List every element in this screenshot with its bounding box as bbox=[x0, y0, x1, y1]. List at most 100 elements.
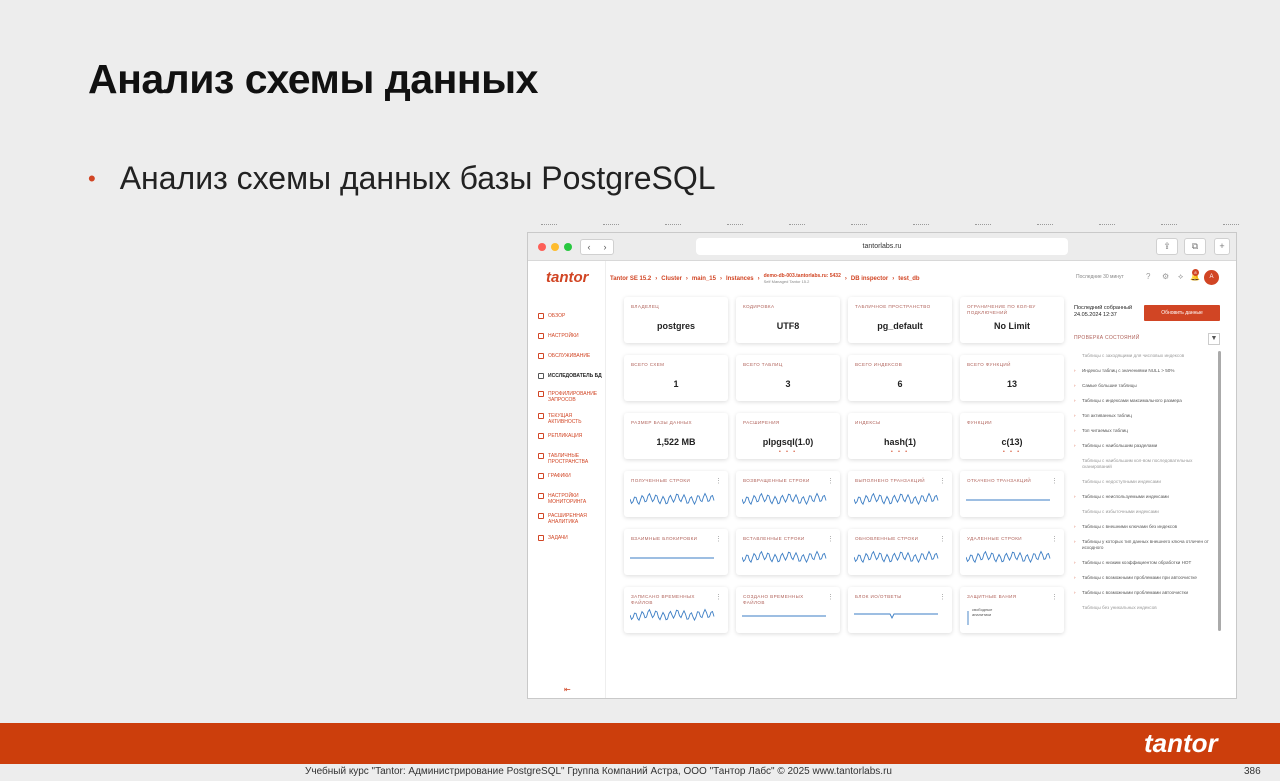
chart-card: ВЗАИМНЫЕ БЛОКИРОВКИ ⋮ bbox=[624, 529, 728, 575]
profiling-icon bbox=[538, 391, 544, 397]
filter-icon[interactable]: ▼ bbox=[1208, 333, 1220, 345]
more-icon[interactable]: ⋮ bbox=[1051, 535, 1058, 543]
health-check-item[interactable]: › Топ активанных таблиц bbox=[1074, 413, 1218, 419]
sidebar-item-label: ОБСЛУЖИВАНИЕ bbox=[548, 353, 591, 359]
metric-card: ОГРАНИЧЕНИЕ ПО КОЛ-ВУ ПОДКЛЮЧЕНИЙ No Limi… bbox=[960, 297, 1064, 343]
sidebar-item-7[interactable]: ТАБЛИЧНЫЕ ПРОСТРАНСТВА bbox=[538, 453, 602, 465]
health-check-text: Таблицы с заходящими для числовых индекс… bbox=[1082, 353, 1185, 358]
tools-icon[interactable]: ⟡ bbox=[1178, 272, 1183, 282]
more-icon[interactable]: ⋮ bbox=[715, 535, 722, 543]
health-check-text: Таблицы с низким коэффициентом обработки… bbox=[1082, 560, 1192, 565]
health-check-item[interactable]: › Самые большие таблицы bbox=[1074, 383, 1218, 389]
health-check-item[interactable]: › Таблицы с низким коэффициентом обработк… bbox=[1074, 560, 1218, 566]
sidebar-item-0[interactable]: ОБЗОР bbox=[538, 313, 602, 319]
sidebar-item-1[interactable]: НАСТРОЙКИ bbox=[538, 333, 602, 339]
metric-value: 13 bbox=[1006, 379, 1017, 389]
maximize-window-icon[interactable] bbox=[564, 243, 572, 251]
sidebar-item-10[interactable]: РАСШИРЕННАЯ АНАЛИТИКА bbox=[538, 513, 602, 525]
sidebar-item-6[interactable]: РЕПЛИКАЦИЯ bbox=[538, 433, 602, 439]
sidebar-item-5[interactable]: ТЕКУЩАЯ АКТИВНОСТЬ bbox=[538, 413, 602, 425]
refresh-data-button[interactable]: Обновить данные bbox=[1144, 305, 1220, 321]
more-icon[interactable]: ⋮ bbox=[939, 477, 946, 485]
sidebar-item-2[interactable]: ОБСЛУЖИВАНИЕ bbox=[538, 353, 602, 359]
health-check-title: ПРОВЕРКА СОСТОЯНИЙ bbox=[1074, 335, 1140, 341]
chevron-right-icon: › bbox=[1074, 383, 1076, 388]
health-check-item[interactable]: › Таблицы с возможными проблемами при авт… bbox=[1074, 575, 1218, 581]
address-bar[interactable]: tantorlabs.ru bbox=[696, 238, 1068, 255]
sidebar-item-3[interactable]: ИССЛЕДОВАТЕЛЬ БД bbox=[538, 373, 602, 379]
tantor-logo[interactable]: tantor bbox=[546, 269, 589, 286]
health-check-text: Таблицы с индексами максимального размер… bbox=[1082, 398, 1182, 403]
more-icon[interactable]: ⋮ bbox=[827, 593, 834, 601]
new-tab-icon[interactable]: + bbox=[1214, 238, 1230, 255]
health-check-text: Индексы таблиц с значениями NULL > 50% bbox=[1082, 368, 1175, 373]
health-check-item[interactable]: › Таблицы у которых тип данных внешнего к… bbox=[1074, 539, 1218, 551]
back-icon[interactable]: ‹ bbox=[588, 242, 591, 252]
carousel-dots[interactable]: • • • bbox=[960, 449, 1064, 455]
dotted-segment bbox=[1161, 224, 1177, 225]
more-icon[interactable]: ⋮ bbox=[939, 593, 946, 601]
sparkline bbox=[854, 613, 938, 620]
sidebar-item-9[interactable]: НАСТРОЙКИ МОНИТОРИНГА bbox=[538, 493, 602, 505]
breadcrumb-main[interactable]: main_15 bbox=[692, 276, 716, 282]
carousel-dots[interactable]: • • • bbox=[848, 449, 952, 455]
collapse-sidebar-icon[interactable]: ⇤ bbox=[564, 685, 571, 694]
health-check-item[interactable]: › Индексы таблиц с значениями NULL > 50% bbox=[1074, 368, 1218, 374]
health-check-item[interactable]: › Топ читаемых таблиц bbox=[1074, 428, 1218, 434]
chart-card: ОБНОВЛЕННЫЕ СТРОКИ ⋮ bbox=[848, 529, 952, 575]
more-icon[interactable]: ⋮ bbox=[715, 593, 722, 601]
health-check-item[interactable]: › Таблицы с возможными проблемами автоочи… bbox=[1074, 590, 1218, 596]
forward-icon[interactable]: › bbox=[604, 242, 607, 252]
metric-card: ВСЕГО ТАБЛИЦ 3 bbox=[736, 355, 840, 401]
dotted-segment bbox=[913, 224, 929, 225]
carousel-dots[interactable]: • • • bbox=[736, 449, 840, 455]
more-icon[interactable]: ⋮ bbox=[827, 535, 834, 543]
health-check-item[interactable]: Таблицы без уникальных индексов bbox=[1082, 605, 1218, 611]
sparkline-path bbox=[966, 550, 1051, 564]
slide-title: Анализ схемы данных bbox=[88, 56, 538, 102]
monitoring-icon bbox=[538, 493, 544, 499]
breadcrumb-instances[interactable]: Instances bbox=[726, 276, 754, 282]
sidebar-item-11[interactable]: ЗАДАЧИ bbox=[538, 535, 602, 541]
metric-value: pg_default bbox=[877, 321, 923, 331]
health-check-item[interactable]: › Таблицы с наибольшим разделами bbox=[1074, 443, 1218, 449]
health-check-item[interactable]: Таблицы с избыточными индексами bbox=[1082, 509, 1218, 515]
health-check-item[interactable]: Таблицы с заходящими для числовых индекс… bbox=[1082, 353, 1218, 359]
tabs-icon[interactable]: ⧉ bbox=[1184, 238, 1206, 255]
chart-label: ВЗАИМНЫЕ БЛОКИРОВКИ bbox=[631, 536, 698, 541]
more-icon[interactable]: ⋮ bbox=[1051, 477, 1058, 485]
scrollbar[interactable] bbox=[1218, 351, 1221, 631]
metric-value: hash(1) bbox=[883, 437, 916, 447]
help-icon[interactable]: ? bbox=[1146, 272, 1150, 281]
sparkline bbox=[742, 492, 827, 506]
health-check-item[interactable]: › Таблицы с индексами максимального разме… bbox=[1074, 398, 1218, 404]
health-check-item[interactable]: Таблицы с наибольшим кол-вом последовате… bbox=[1082, 458, 1218, 470]
more-icon[interactable]: ⋮ bbox=[939, 535, 946, 543]
metric-card: ФУНКЦИИ c(13) • • • bbox=[960, 413, 1064, 459]
more-icon[interactable]: ⋮ bbox=[827, 477, 834, 485]
more-icon[interactable]: ⋮ bbox=[1051, 593, 1058, 601]
sidebar-item-label: ЗАДАЧИ bbox=[548, 535, 568, 541]
breadcrumb-version[interactable]: Tantor SE 15.2 bbox=[610, 276, 651, 282]
share-icon[interactable]: ⇪ bbox=[1156, 238, 1178, 255]
avatar[interactable]: A bbox=[1204, 270, 1219, 285]
breadcrumb-inspector[interactable]: DB inspector bbox=[851, 276, 888, 282]
analytics-icon bbox=[538, 513, 544, 519]
time-period-select[interactable]: Последние 30 минут bbox=[1076, 274, 1124, 280]
health-check-item[interactable]: Таблицы с недоступными индексами bbox=[1082, 479, 1218, 485]
health-check-item[interactable]: › Таблицы с внешними ключами без индексов bbox=[1074, 524, 1218, 530]
browser-nav-buttons[interactable]: ‹ › bbox=[580, 239, 614, 255]
minimize-window-icon[interactable] bbox=[551, 243, 559, 251]
health-check-item[interactable]: › Таблицы с неиспользуемыми индексами bbox=[1074, 494, 1218, 500]
sidebar-item-label: НАСТРОЙКИ bbox=[548, 333, 579, 339]
settings-icon bbox=[538, 333, 544, 339]
sidebar-item-8[interactable]: ГРАФИКИ bbox=[538, 473, 602, 479]
dotted-segment bbox=[789, 224, 805, 225]
more-icon[interactable]: ⋮ bbox=[715, 477, 722, 485]
close-window-icon[interactable] bbox=[538, 243, 546, 251]
tablespace-icon bbox=[538, 453, 544, 459]
breadcrumb-db[interactable]: test_db bbox=[898, 276, 919, 282]
gear-icon[interactable]: ⚙ bbox=[1162, 272, 1169, 281]
sidebar-item-4[interactable]: ПРОФИЛИРОВАНИЕ ЗАПРОСОВ bbox=[538, 391, 602, 403]
breadcrumb-cluster[interactable]: Cluster bbox=[661, 276, 682, 282]
